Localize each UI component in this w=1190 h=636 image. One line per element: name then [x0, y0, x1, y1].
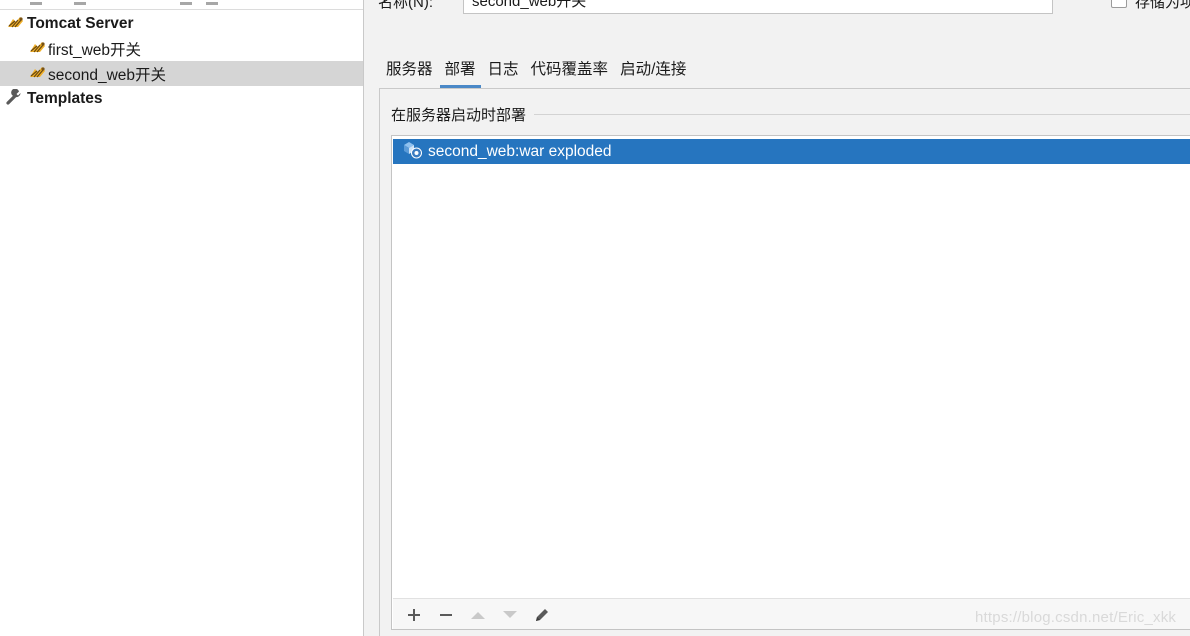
- edit-button[interactable]: [526, 601, 558, 629]
- artifact-icon: [403, 141, 423, 163]
- remove-icon: [440, 613, 452, 616]
- tree-item-tomcat-server[interactable]: Tomcat Server: [0, 11, 363, 36]
- tree-item-label: Tomcat Server: [27, 14, 134, 32]
- tomcat-icon: [28, 65, 46, 83]
- wrench-icon: [6, 88, 23, 109]
- deployment-list[interactable]: second_web:war exploded: [391, 135, 1190, 630]
- tree-item-label: first_web开关: [48, 41, 142, 59]
- tab-startup-connection[interactable]: 启动/连接: [614, 52, 692, 88]
- tree-item-label: second_web开关: [48, 66, 167, 84]
- tab-deployment[interactable]: 部署: [439, 52, 482, 88]
- tree-item-first-web[interactable]: first_web开关: [0, 36, 363, 61]
- config-tree-panel: Tomcat Server first_web开关 second_web开关 T…: [0, 0, 364, 636]
- tab-logs[interactable]: 日志: [482, 52, 525, 88]
- toolbar-glyph[interactable]: [206, 0, 218, 5]
- add-icon: [408, 608, 420, 621]
- tree-item-label: Templates: [27, 89, 103, 107]
- tomcat-icon: [6, 15, 24, 33]
- tree-toolbar: [0, 0, 363, 10]
- toolbar-glyph[interactable]: [30, 0, 42, 5]
- move-down-button[interactable]: [494, 601, 526, 629]
- tomcat-icon: [28, 40, 46, 58]
- section-title: 在服务器启动时部署: [391, 104, 535, 125]
- move-up-icon: [471, 611, 485, 619]
- add-button[interactable]: [398, 601, 430, 629]
- config-tabs: 服务器 部署 日志 代码覆盖率 启动/连接: [380, 52, 692, 88]
- edit-icon: [536, 608, 548, 621]
- store-as-project-checkbox[interactable]: [1111, 0, 1127, 8]
- toolbar-glyph[interactable]: [180, 0, 192, 5]
- watermark: https://blog.csdn.net/Eric_xkk: [975, 609, 1177, 626]
- tree-item-templates[interactable]: Templates: [0, 86, 363, 111]
- tab-server[interactable]: 服务器: [380, 52, 439, 88]
- move-down-icon: [503, 610, 517, 618]
- tree-item-second-web[interactable]: second_web开关: [0, 61, 363, 86]
- name-input[interactable]: second_web开关: [463, 0, 1053, 14]
- artifact-label: second_web:war exploded: [428, 142, 612, 160]
- remove-button[interactable]: [430, 601, 462, 629]
- list-item-artifact[interactable]: second_web:war exploded: [393, 139, 1190, 164]
- tab-code-coverage[interactable]: 代码覆盖率: [525, 52, 615, 88]
- store-as-project-label: 存储为项: [1135, 0, 1190, 11]
- name-label: 名称(N):: [378, 0, 433, 11]
- move-up-button[interactable]: [462, 601, 494, 629]
- toolbar-glyph[interactable]: [74, 0, 86, 5]
